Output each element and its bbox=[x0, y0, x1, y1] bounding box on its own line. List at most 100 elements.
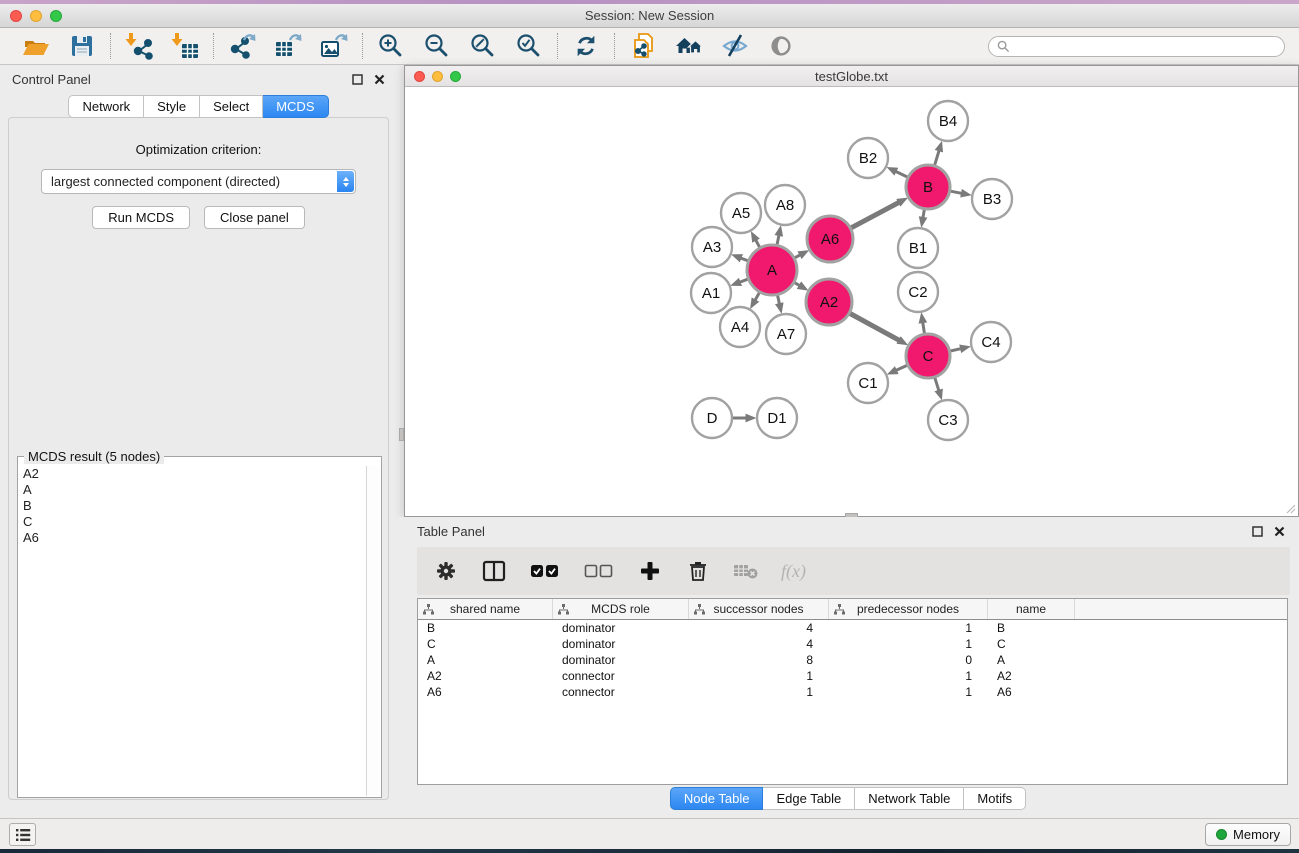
edge-A-A3[interactable] bbox=[741, 258, 748, 261]
table-cell[interactable]: C bbox=[988, 637, 1075, 651]
table-cell[interactable]: dominator bbox=[553, 621, 689, 635]
table-row[interactable]: A2connector11A2 bbox=[418, 668, 1287, 684]
column-header-MCDS-role[interactable]: MCDS role bbox=[553, 599, 689, 619]
home-icon[interactable] bbox=[673, 31, 705, 61]
tab-node-table[interactable]: Node Table bbox=[670, 787, 764, 810]
table-cell[interactable]: A2 bbox=[418, 669, 553, 683]
table-cell[interactable]: A bbox=[988, 653, 1075, 667]
table-cell[interactable]: 1 bbox=[829, 685, 988, 699]
edge-A-A2[interactable] bbox=[795, 283, 800, 286]
tab-network[interactable]: Network bbox=[68, 95, 144, 118]
table-row[interactable]: Cdominator41C bbox=[418, 636, 1287, 652]
vertical-splitter-handle[interactable] bbox=[399, 428, 404, 441]
show-details-icon[interactable] bbox=[765, 31, 797, 61]
tab-style[interactable]: Style bbox=[144, 95, 200, 118]
search-input[interactable] bbox=[1015, 39, 1276, 53]
table-cell[interactable]: 1 bbox=[829, 637, 988, 651]
tab-network-table[interactable]: Network Table bbox=[855, 787, 964, 810]
open-file-icon[interactable] bbox=[20, 31, 52, 61]
delete-table-icon[interactable] bbox=[733, 558, 759, 584]
refresh-icon[interactable] bbox=[570, 31, 602, 61]
task-history-button[interactable] bbox=[9, 823, 36, 846]
result-list-item[interactable]: A6 bbox=[19, 530, 366, 546]
window-resize-grip[interactable] bbox=[1284, 502, 1296, 514]
tab-edge-table[interactable]: Edge Table bbox=[763, 787, 855, 810]
close-panel-button[interactable]: Close panel bbox=[204, 206, 305, 229]
tab-motifs[interactable]: Motifs bbox=[964, 787, 1026, 810]
table-cell[interactable]: 0 bbox=[829, 653, 988, 667]
table-cell[interactable]: A2 bbox=[988, 669, 1075, 683]
column-header-successor-nodes[interactable]: successor nodes bbox=[689, 599, 829, 619]
table-cell[interactable]: 1 bbox=[689, 685, 829, 699]
table-cell[interactable]: 1 bbox=[829, 669, 988, 683]
table-cell[interactable]: B bbox=[418, 621, 553, 635]
export-network-icon[interactable] bbox=[226, 31, 258, 61]
result-scrollbar[interactable] bbox=[366, 466, 380, 796]
tab-select[interactable]: Select bbox=[200, 95, 263, 118]
edge-C-C4[interactable] bbox=[951, 349, 961, 351]
add-column-icon[interactable] bbox=[637, 558, 663, 584]
zoom-selected-icon[interactable] bbox=[513, 31, 545, 61]
edge-A-A5[interactable] bbox=[756, 240, 760, 247]
table-cell[interactable]: A6 bbox=[988, 685, 1075, 699]
table-cell[interactable]: connector bbox=[553, 669, 689, 683]
table-row[interactable]: A6connector11A6 bbox=[418, 684, 1287, 700]
table-cell[interactable]: 8 bbox=[689, 653, 829, 667]
criterion-dropdown[interactable]: largest connected component (directed) bbox=[41, 169, 356, 194]
table-cell[interactable]: B bbox=[988, 621, 1075, 635]
table-cell[interactable]: 4 bbox=[689, 637, 829, 651]
result-list-item[interactable]: C bbox=[19, 514, 366, 530]
edge-C-C3[interactable] bbox=[935, 378, 939, 390]
table-cell[interactable]: dominator bbox=[553, 637, 689, 651]
edge-B-B1[interactable] bbox=[923, 210, 924, 218]
zoom-fit-icon[interactable] bbox=[467, 31, 499, 61]
network-window-titlebar[interactable]: testGlobe.txt bbox=[405, 66, 1298, 87]
float-panel-icon[interactable] bbox=[351, 73, 363, 85]
edge-B-B3[interactable] bbox=[951, 191, 962, 193]
column-header-predecessor-nodes[interactable]: predecessor nodes bbox=[829, 599, 988, 619]
edge-A-A7[interactable] bbox=[778, 295, 780, 303]
result-list-item[interactable]: B bbox=[19, 498, 366, 514]
table-cell[interactable]: connector bbox=[553, 685, 689, 699]
run-mcds-button[interactable]: Run MCDS bbox=[92, 206, 190, 229]
table-row[interactable]: Bdominator41B bbox=[418, 620, 1287, 636]
unchecked-columns-icon[interactable] bbox=[583, 558, 615, 584]
gear-icon[interactable] bbox=[433, 558, 459, 584]
result-list-item[interactable]: A bbox=[19, 482, 366, 498]
edge-B-B4[interactable] bbox=[935, 151, 939, 165]
table-cell[interactable]: 4 bbox=[689, 621, 829, 635]
search-field[interactable] bbox=[988, 36, 1285, 57]
split-view-icon[interactable] bbox=[481, 558, 507, 584]
function-builder-icon[interactable]: f(x) bbox=[781, 561, 806, 582]
edge-A-A1[interactable] bbox=[740, 279, 748, 282]
edge-C-C1[interactable] bbox=[896, 365, 907, 370]
checked-columns-icon[interactable] bbox=[529, 558, 561, 584]
table-row[interactable]: Adominator80A bbox=[418, 652, 1287, 668]
close-panel-icon[interactable] bbox=[1273, 525, 1285, 537]
edge-B-B2[interactable] bbox=[896, 172, 907, 178]
clone-network-icon[interactable] bbox=[627, 31, 659, 61]
mcds-result-list[interactable]: A2ABCA6 bbox=[19, 466, 366, 796]
save-session-icon[interactable] bbox=[66, 31, 98, 61]
result-list-item[interactable]: A2 bbox=[19, 466, 366, 482]
column-header-name[interactable]: name bbox=[988, 599, 1075, 619]
edge-A-A8[interactable] bbox=[777, 235, 779, 244]
table-cell[interactable]: 1 bbox=[829, 621, 988, 635]
column-header-shared-name[interactable]: shared name bbox=[418, 599, 553, 619]
memory-button[interactable]: Memory bbox=[1205, 823, 1291, 846]
table-cell[interactable]: A bbox=[418, 653, 553, 667]
edge-A-A6[interactable] bbox=[795, 255, 800, 258]
table-cell[interactable]: C bbox=[418, 637, 553, 651]
table-cell[interactable]: 1 bbox=[689, 669, 829, 683]
import-table-icon[interactable] bbox=[169, 31, 201, 61]
edge-A6-B[interactable] bbox=[851, 203, 899, 228]
edge-A2-C[interactable] bbox=[850, 314, 899, 341]
export-table-icon[interactable] bbox=[272, 31, 304, 61]
hide-details-icon[interactable] bbox=[719, 31, 751, 61]
tab-mcds[interactable]: MCDS bbox=[263, 95, 328, 118]
export-image-icon[interactable] bbox=[318, 31, 350, 61]
float-panel-icon[interactable] bbox=[1251, 525, 1263, 537]
edge-C-C2[interactable] bbox=[923, 323, 925, 334]
table-cell[interactable]: A6 bbox=[418, 685, 553, 699]
delete-column-icon[interactable] bbox=[685, 558, 711, 584]
